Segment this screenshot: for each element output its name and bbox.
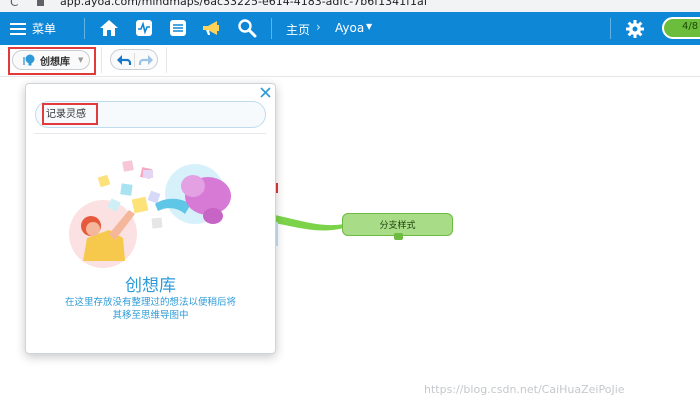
undo-icon[interactable] — [115, 52, 133, 68]
watermark: https://blog.csdn.net/CaiHuaZeiPoJie — [424, 383, 625, 396]
browser-url[interactable]: app.ayoa.com/mindmaps/6ac33225-e614-4183… — [60, 0, 428, 8]
highlight-box — [8, 47, 96, 75]
tasks-progress-badge[interactable]: 4/8 ⁞ — [662, 17, 700, 39]
menu-icon — [10, 22, 26, 35]
task-list-icon[interactable] — [167, 17, 189, 39]
highlight-box — [42, 103, 98, 125]
branch-label: 分支样式 — [379, 221, 416, 231]
divider — [610, 18, 611, 39]
gear-icon[interactable] — [624, 18, 646, 40]
lock-icon — [37, 0, 44, 6]
megaphone-icon[interactable] — [200, 17, 222, 39]
divider — [34, 133, 266, 134]
breadcrumb-separator: › — [316, 20, 321, 34]
ideas-empty-description: 在这里存放没有整理过的想法以便稍后将 其移至思维导图中 — [45, 296, 256, 322]
home-icon[interactable] — [98, 17, 120, 39]
breadcrumb-home[interactable]: 主页 — [286, 21, 310, 38]
close-icon[interactable] — [259, 86, 272, 99]
ideas-empty-illustration — [69, 160, 231, 268]
divider — [166, 47, 167, 73]
divider — [101, 47, 102, 73]
ideas-empty-title: 创想库 — [125, 276, 176, 296]
divider — [84, 18, 85, 39]
browser-address-bar: C app.ayoa.com/mindmaps/6ac33225-e614-41… — [0, 0, 700, 12]
map-toolbar: 创想库 ▼ — [0, 45, 700, 77]
search-icon[interactable] — [236, 17, 258, 39]
central-node-edge — [276, 222, 278, 246]
branch-note-badge[interactable] — [394, 233, 403, 240]
redo-icon[interactable] — [137, 52, 155, 68]
divider — [271, 18, 272, 39]
ideas-empty-description-line: 其移至思维导图中 — [112, 310, 189, 321]
chevron-down-icon[interactable]: ▼ — [366, 22, 372, 31]
top-app-bar: 菜单 主页 › Ayoa ▼ 4/8 — [0, 12, 700, 45]
pulse-icon[interactable] — [133, 17, 155, 39]
divider — [134, 53, 135, 67]
breadcrumb-current-map[interactable]: Ayoa — [335, 21, 364, 35]
tasks-progress-text: 4/8 ⁞ — [682, 21, 700, 32]
ideas-empty-description-line: 在这里存放没有整理过的想法以便稍后将 — [64, 297, 236, 308]
menu-button[interactable]: 菜单 — [10, 12, 56, 45]
mind-map-app: { "browser": { "url": "app.ayoa.com/mind… — [0, 0, 700, 409]
menu-label: 菜单 — [32, 22, 57, 36]
reload-icon[interactable]: C — [10, 0, 18, 9]
undo-redo-group — [110, 49, 158, 70]
